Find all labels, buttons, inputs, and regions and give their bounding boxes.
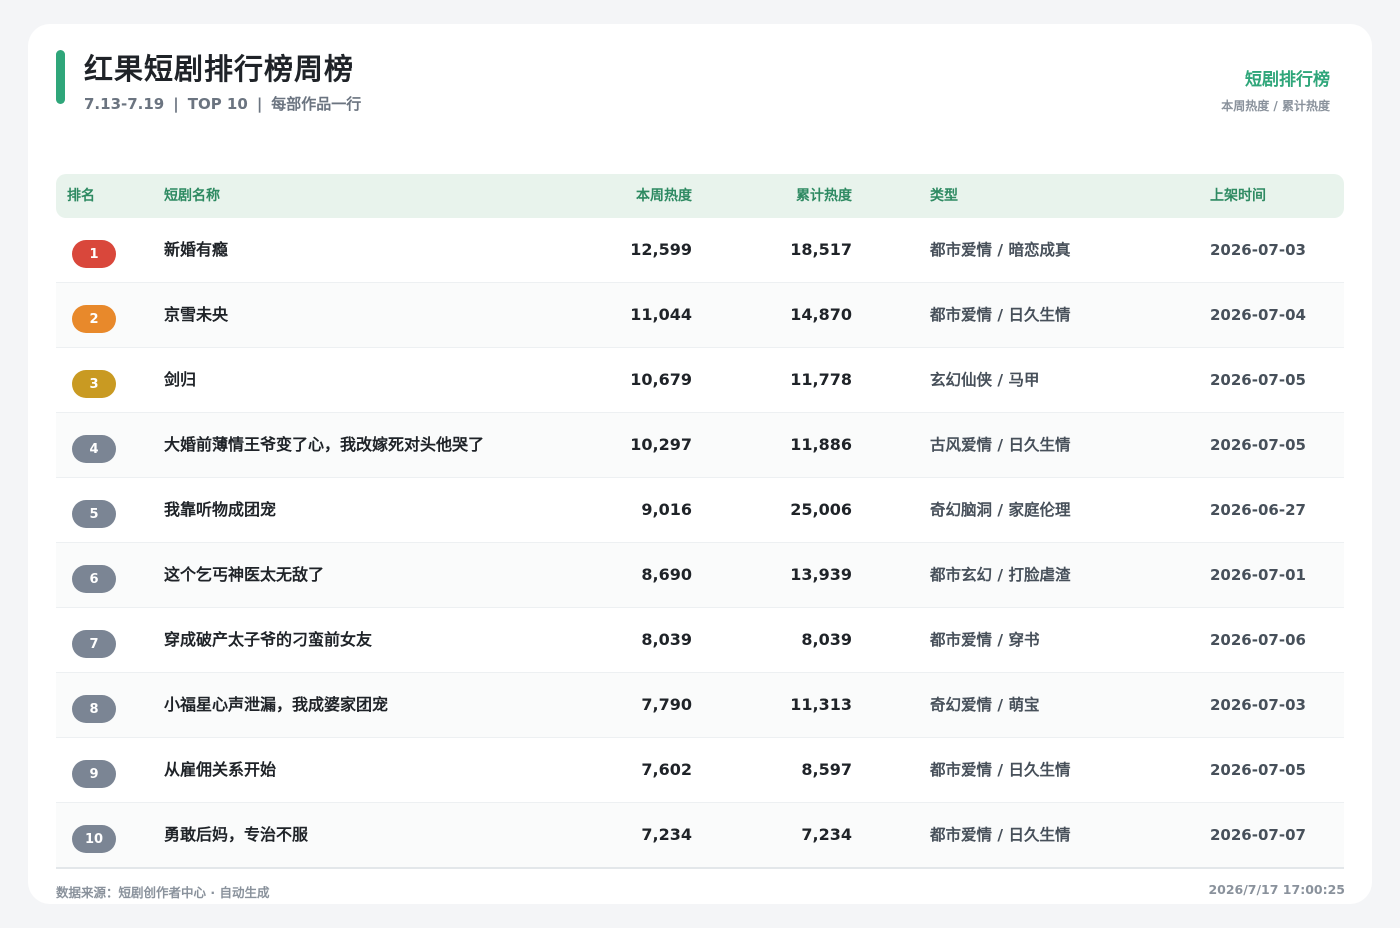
table-row: 7 穿成破产太子爷的刁蛮前女友 8,039 8,039 都市爱情 / 穿书 2026-07… (56, 608, 1344, 673)
genre-label: 玄幻仙侠 / 马甲 (930, 371, 1040, 389)
note-label: 每部作品一行 (271, 95, 362, 113)
data-source-note: 数据来源：短剧创作者中心 · 自动生成 (56, 885, 270, 900)
table-row: 10 勇敢后妈，专治不服 7,234 7,234 都市爱情 / 日久生情 2026-07-… (56, 803, 1344, 869)
total-heat: 25,006 (790, 500, 852, 519)
page-title: 红果短剧排行榜周榜 (84, 52, 355, 86)
release-date: 2026-07-05 (1210, 436, 1306, 454)
period-label: 7.13-7.19 (84, 95, 165, 113)
rank-badge: 7 (72, 630, 116, 658)
drama-name: 剑归 (164, 370, 197, 389)
weekly-heat: 8,039 (641, 630, 692, 649)
table-row: 4 大婚前薄情王爷变了心，我改嫁死对头他哭了 10,297 11,886 古风爱情 / … (56, 413, 1344, 478)
column-header-name: 短剧名称 (164, 188, 220, 204)
table-row: 2 京雪未央 11,044 14,870 都市爱情 / 日久生情 2026-07-04 (56, 283, 1344, 348)
brand-label: 短剧排行榜 (1245, 70, 1330, 90)
column-header-date: 上架时间 (1210, 188, 1266, 204)
weekly-heat: 10,297 (630, 435, 692, 454)
weekly-heat: 9,016 (641, 500, 692, 519)
total-heat: 11,313 (790, 695, 852, 714)
total-heat: 8,597 (801, 760, 852, 779)
drama-name: 我靠听物成团宠 (164, 500, 277, 519)
rank-badge: 10 (72, 825, 116, 853)
generated-timestamp: 2026/7/17 17:00:25 (1208, 882, 1345, 897)
drama-name: 新婚有瘾 (164, 240, 229, 259)
drama-name: 京雪未央 (164, 305, 229, 324)
drama-name: 穿成破产太子爷的刁蛮前女友 (164, 630, 373, 649)
release-date: 2026-07-05 (1210, 761, 1306, 779)
genre-label: 都市爱情 / 日久生情 (930, 306, 1071, 324)
table-row: 3 剑归 10,679 11,778 玄幻仙侠 / 马甲 2026-07-05 (56, 348, 1344, 413)
weekly-heat: 11,044 (630, 305, 692, 324)
column-header-genre: 类型 (930, 188, 958, 204)
total-heat: 8,039 (801, 630, 852, 649)
column-header-rank: 排名 (67, 188, 95, 204)
column-header-total: 累计热度 (796, 188, 852, 204)
drama-name: 小福星心声泄漏，我成婆家团宠 (164, 695, 389, 714)
ranking-table: 排名 短剧名称 本周热度 累计热度 类型 上架时间 1 新婚有瘾 12,599 18,… (56, 174, 1344, 869)
table-row: 5 我靠听物成团宠 9,016 25,006 奇幻脑洞 / 家庭伦理 2026-06-27 (56, 478, 1344, 543)
title-accent-bar (56, 50, 65, 104)
rank-badge: 2 (72, 305, 116, 333)
release-date: 2026-07-03 (1210, 241, 1306, 259)
scope-label: TOP 10 (187, 95, 248, 113)
table-row: 9 从雇佣关系开始 7,602 8,597 都市爱情 / 日久生情 2026-07-05 (56, 738, 1344, 803)
rank-badge: 6 (72, 565, 116, 593)
table-row: 8 小福星心声泄漏，我成婆家团宠 7,790 11,313 奇幻爱情 / 萌宝 2026-… (56, 673, 1344, 738)
rank-badge: 8 (72, 695, 116, 723)
release-date: 2026-07-04 (1210, 306, 1306, 324)
ranking-card: 红果短剧排行榜周榜 7.13-7.19 | TOP 10 | 每部作品一行 短剧排行榜 … (28, 24, 1372, 904)
genre-label: 都市爱情 / 日久生情 (930, 761, 1071, 779)
weekly-heat: 7,602 (641, 760, 692, 779)
table-row: 6 这个乞丐神医太无敌了 8,690 13,939 都市玄幻 / 打脸虐渣 2026-07… (56, 543, 1344, 608)
genre-label: 古风爱情 / 日久生情 (930, 436, 1071, 454)
weekly-heat: 10,679 (630, 370, 692, 389)
total-heat: 18,517 (790, 240, 852, 259)
rank-badge: 5 (72, 500, 116, 528)
rank-badge: 9 (72, 760, 116, 788)
release-date: 2026-07-05 (1210, 371, 1306, 389)
total-heat: 11,778 (790, 370, 852, 389)
subtitle-separator: | (173, 95, 179, 113)
rank-badge: 4 (72, 435, 116, 463)
release-date: 2026-07-03 (1210, 696, 1306, 714)
rank-badge: 1 (72, 240, 116, 268)
total-heat: 13,939 (790, 565, 852, 584)
total-heat: 11,886 (790, 435, 852, 454)
table-row: 1 新婚有瘾 12,599 18,517 都市爱情 / 暗恋成真 2026-07-03 (56, 218, 1344, 283)
total-heat: 7,234 (801, 825, 852, 844)
genre-label: 都市爱情 / 日久生情 (930, 826, 1071, 844)
page-subtitle: 7.13-7.19 | TOP 10 | 每部作品一行 (84, 93, 361, 114)
genre-label: 都市爱情 / 暗恋成真 (930, 241, 1071, 259)
genre-label: 都市爱情 / 穿书 (930, 631, 1040, 649)
genre-label: 奇幻爱情 / 萌宝 (930, 696, 1040, 714)
genre-label: 都市玄幻 / 打脸虐渣 (930, 566, 1071, 584)
weekly-heat: 8,690 (641, 565, 692, 584)
release-date: 2026-07-06 (1210, 631, 1306, 649)
release-date: 2026-06-27 (1210, 501, 1306, 519)
weekly-heat: 7,234 (641, 825, 692, 844)
table-body: 1 新婚有瘾 12,599 18,517 都市爱情 / 暗恋成真 2026-07-03 2 京… (56, 218, 1344, 869)
release-date: 2026-07-01 (1210, 566, 1306, 584)
drama-name: 勇敢后妈，专治不服 (164, 825, 309, 844)
total-heat: 14,870 (790, 305, 852, 324)
weekly-heat: 12,599 (630, 240, 692, 259)
brand-subtitle: 本周热度 / 累计热度 (1221, 99, 1330, 113)
rank-badge: 3 (72, 370, 116, 398)
subtitle-separator: | (256, 95, 263, 113)
drama-name: 大婚前薄情王爷变了心，我改嫁死对头他哭了 (164, 435, 485, 454)
column-header-weekly: 本周热度 (636, 188, 692, 204)
table-header: 排名 短剧名称 本周热度 累计热度 类型 上架时间 (56, 174, 1344, 218)
genre-label: 奇幻脑洞 / 家庭伦理 (930, 501, 1071, 519)
drama-name: 这个乞丐神医太无敌了 (164, 565, 325, 584)
drama-name: 从雇佣关系开始 (164, 760, 277, 779)
weekly-heat: 7,790 (641, 695, 692, 714)
release-date: 2026-07-07 (1210, 826, 1306, 844)
